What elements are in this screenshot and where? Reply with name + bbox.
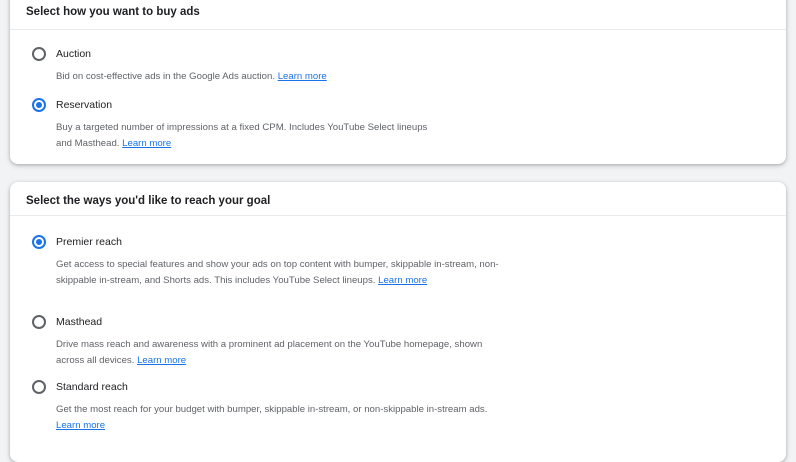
reach-goal-card: Select the ways you'd like to reach your… [10,182,786,462]
radio-auction[interactable] [32,47,46,61]
description-text: Get the most reach for your budget with … [56,404,488,415]
option-description: Drive mass reach and awareness with a pr… [56,337,506,369]
option-standard-reach[interactable]: Standard reach Get the most reach for yo… [32,378,502,434]
radio-reservation[interactable] [32,98,46,112]
option-label: Standard reach [56,381,128,393]
option-masthead[interactable]: Masthead Drive mass reach and awareness … [32,313,502,369]
option-premier-reach[interactable]: Premier reach Get access to special feat… [32,233,502,289]
description-text: Bid on cost-effective ads in the Google … [56,71,276,82]
option-auction[interactable]: Auction Bid on cost-effective ads in the… [32,45,502,85]
learn-more-link[interactable]: Learn more [137,355,186,366]
option-label: Auction [56,48,92,60]
description-text: Buy a targeted number of impressions at … [56,122,428,149]
radio-masthead[interactable] [32,315,46,329]
option-reservation[interactable]: Reservation Buy a targeted number of imp… [32,96,502,152]
option-label: Premier reach [56,236,122,248]
buy-method-title: Select how you want to buy ads [10,0,786,30]
description-text: Get access to special features and show … [56,259,499,286]
learn-more-link[interactable]: Learn more [278,71,327,82]
reach-goal-title: Select the ways you'd like to reach your… [10,182,786,216]
option-label: Masthead [56,316,103,328]
learn-more-link[interactable]: Learn more [122,138,171,149]
learn-more-link[interactable]: Learn more [378,275,427,286]
option-description: Get access to special features and show … [56,257,506,289]
option-description: Buy a targeted number of impressions at … [56,120,436,152]
option-label: Reservation [56,99,113,111]
buy-method-card: Select how you want to buy ads Auction B… [10,0,786,164]
radio-standard-reach[interactable] [32,380,46,394]
description-text: Drive mass reach and awareness with a pr… [56,339,483,366]
radio-premier-reach[interactable] [32,235,46,249]
option-description: Bid on cost-effective ads in the Google … [56,69,502,85]
learn-more-link[interactable]: Learn more [56,420,105,431]
option-description: Get the most reach for your budget with … [56,402,506,434]
